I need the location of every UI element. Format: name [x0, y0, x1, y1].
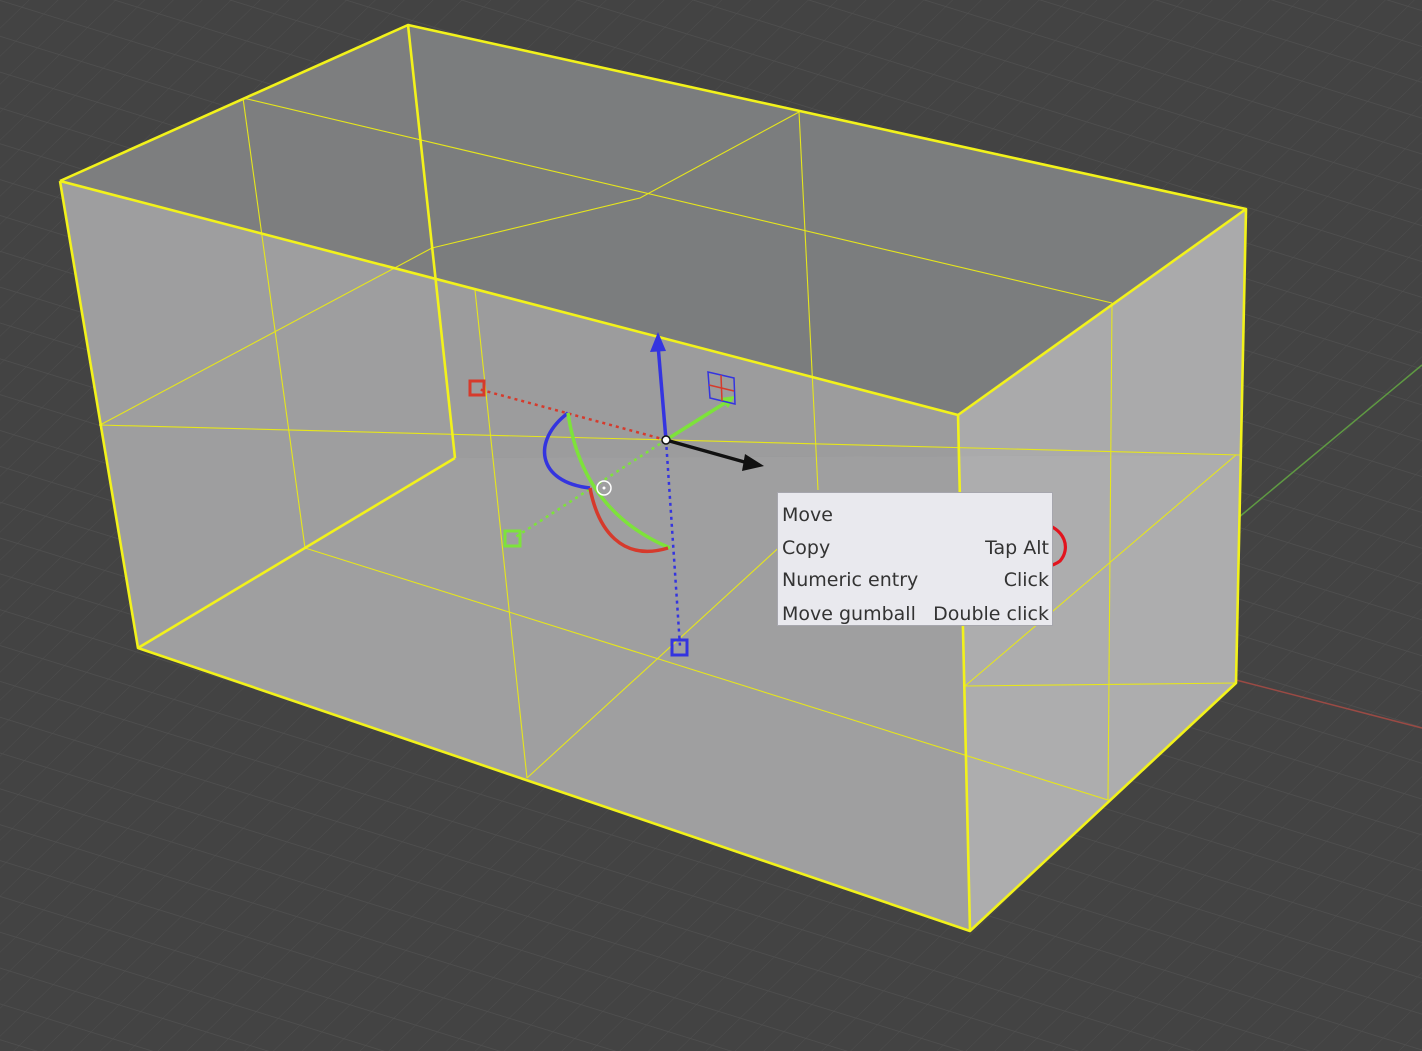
- tooltip-action: Numeric entry: [782, 569, 919, 591]
- tooltip-row-move: Move: [782, 500, 1049, 530]
- tooltip-shortcut: Double click: [933, 603, 1049, 625]
- tooltip-action: Copy: [782, 537, 831, 559]
- 3d-viewport[interactable]: [0, 0, 1422, 1051]
- tooltip-row-move-gumball: Move gumball Double click: [782, 599, 1049, 625]
- tooltip-shortcut: Click: [1003, 569, 1049, 591]
- tooltip-shortcut: Tap Alt: [985, 537, 1049, 559]
- tooltip-row-copy: Copy Tap Alt: [782, 533, 1049, 563]
- tooltip-row-numeric-entry: Numeric entry Click: [782, 565, 1049, 595]
- tooltip-action: Move: [782, 504, 833, 526]
- gumball-origin-icon[interactable]: [661, 435, 671, 445]
- gumball-tooltip: Move Copy Tap Alt Numeric entry Click Mo…: [777, 492, 1053, 626]
- tooltip-action: Move gumball: [782, 603, 916, 625]
